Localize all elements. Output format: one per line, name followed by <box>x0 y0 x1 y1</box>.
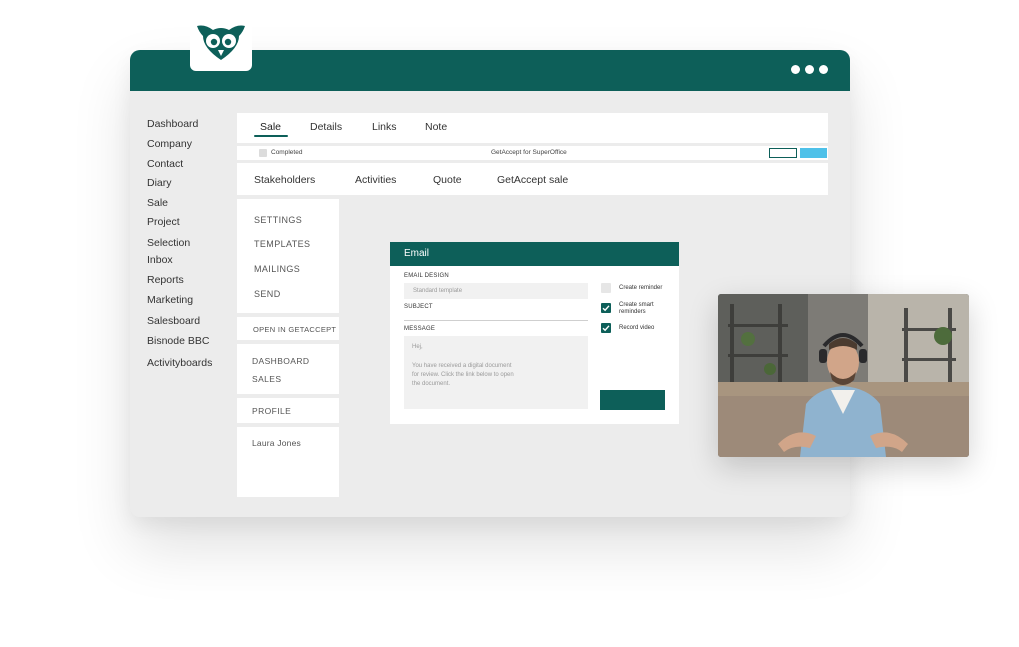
checkmark-icon <box>602 305 610 312</box>
panel-user: Laura Jones <box>237 427 339 497</box>
subject-input[interactable] <box>404 311 588 320</box>
tab-quote[interactable]: Quote <box>433 174 462 186</box>
email-composer: Email EMAIL DESIGN Standard template SUB… <box>390 242 679 424</box>
panel-open: OPEN IN GETACCEPT <box>237 317 339 340</box>
smart-reminders-checkbox[interactable] <box>601 303 611 313</box>
sidebar-item-marketing[interactable]: Marketing <box>147 294 193 306</box>
sale-sub-tabs: Stakeholders Activities Quote GetAccept … <box>237 163 828 195</box>
record-video-checkbox[interactable] <box>601 323 611 333</box>
tab-sale[interactable]: Sale <box>260 121 281 133</box>
tab-getaccept-sale[interactable]: GetAccept sale <box>497 174 568 186</box>
outline-button[interactable] <box>769 148 797 158</box>
menu-dashboard[interactable]: DASHBOARD <box>252 356 309 366</box>
record-video-label: Record video <box>619 325 655 331</box>
active-tab-indicator <box>254 135 288 137</box>
sidebar-item-project[interactable]: Project <box>147 216 180 228</box>
message-line: the document. <box>412 381 451 387</box>
integration-label: GetAccept for SuperOffice <box>491 149 567 156</box>
send-email-button[interactable] <box>600 390 665 410</box>
message-label: MESSAGE <box>404 326 436 332</box>
email-title: Email <box>404 248 430 259</box>
status-bar: Completed GetAccept for SuperOffice <box>237 146 828 160</box>
tab-activities[interactable]: Activities <box>355 174 396 186</box>
create-reminder-label: Create reminder <box>619 285 663 291</box>
sidebar-item-reports[interactable]: Reports <box>147 274 184 286</box>
owl-logo-icon <box>197 25 245 60</box>
user-name: Laura Jones <box>252 438 301 448</box>
menu-mailings[interactable]: MAILINGS <box>254 264 300 274</box>
sidebar-item-inbox[interactable]: Inbox <box>147 254 173 266</box>
menu-templates[interactable]: TEMPLATES <box>254 239 310 249</box>
message-line: Hej, <box>412 344 423 350</box>
email-design-select[interactable]: Standard template <box>404 283 588 299</box>
sidebar-item-selection[interactable]: Selection <box>147 237 190 249</box>
logo-tab <box>190 22 252 71</box>
primary-action-button[interactable] <box>800 148 827 158</box>
tab-links[interactable]: Links <box>372 121 397 133</box>
menu-profile[interactable]: PROFILE <box>252 406 291 416</box>
tab-details[interactable]: Details <box>310 121 342 133</box>
tab-note[interactable]: Note <box>425 121 447 133</box>
email-design-value: Standard template <box>413 288 463 294</box>
panel-menu: SETTINGS TEMPLATES MAILINGS SEND <box>237 199 339 313</box>
subject-label: SUBJECT <box>404 304 433 310</box>
dot <box>819 65 828 74</box>
more-options-icon[interactable] <box>791 65 828 74</box>
menu-settings[interactable]: SETTINGS <box>254 215 302 225</box>
email-header: Email <box>390 242 679 266</box>
smart-reminders-label: reminders <box>619 309 646 315</box>
sidebar-item-salesboard[interactable]: Salesboard <box>147 315 200 327</box>
sidebar-item-activityboards[interactable]: Activityboards <box>147 357 212 369</box>
open-in-getaccept-link[interactable]: OPEN IN GETACCEPT <box>253 325 336 334</box>
sidebar-item-bisnode-bbc[interactable]: Bisnode BBC <box>147 335 209 347</box>
tab-stakeholders[interactable]: Stakeholders <box>254 174 315 186</box>
completed-label: Completed <box>271 149 303 156</box>
smart-reminders-label: Create smart <box>619 302 654 308</box>
sidebar-item-company[interactable]: Company <box>147 138 192 150</box>
panel-dashboard: DASHBOARD SALES <box>237 344 339 394</box>
subject-underline <box>404 320 588 321</box>
record-tabs: Sale Details Links Note <box>237 113 828 143</box>
dot <box>805 65 814 74</box>
checkmark-icon <box>602 325 610 332</box>
dot <box>791 65 800 74</box>
email-design-label: EMAIL DESIGN <box>404 273 449 279</box>
sidebar-item-contact[interactable]: Contact <box>147 158 183 170</box>
panel-profile: PROFILE <box>237 398 339 423</box>
menu-sales[interactable]: SALES <box>252 374 281 384</box>
menu-send[interactable]: SEND <box>254 289 281 299</box>
sidebar-item-dashboard[interactable]: Dashboard <box>147 118 198 130</box>
video-frame-image <box>718 294 969 457</box>
message-line: for review. Click the link below to open <box>412 372 514 378</box>
completed-checkbox[interactable] <box>259 149 267 157</box>
message-line: You have received a digital document <box>412 363 512 369</box>
sidebar-item-sale[interactable]: Sale <box>147 197 168 209</box>
sidebar-item-diary[interactable]: Diary <box>147 177 172 189</box>
video-preview <box>718 294 969 457</box>
create-reminder-checkbox[interactable] <box>601 283 611 293</box>
